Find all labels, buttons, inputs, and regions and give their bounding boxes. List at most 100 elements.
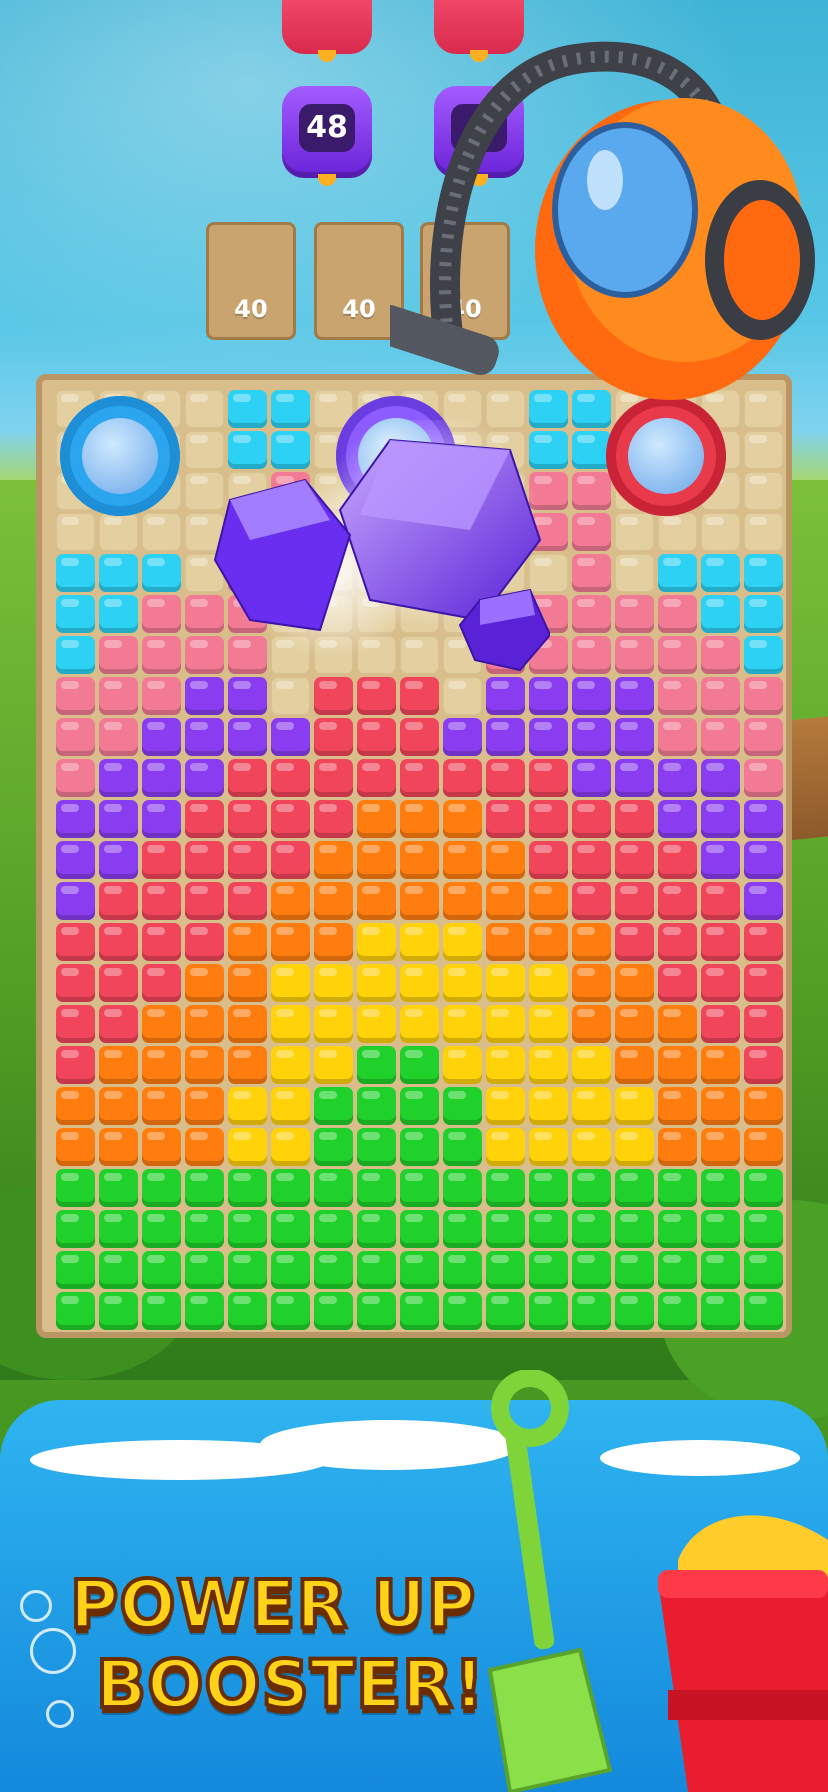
block-k[interactable]: [572, 636, 611, 674]
block-p[interactable]: [701, 841, 740, 879]
block-r[interactable]: [357, 759, 396, 797]
block-c[interactable]: [56, 554, 95, 592]
block-r[interactable]: [701, 923, 740, 961]
block-r[interactable]: [486, 759, 525, 797]
block-g[interactable]: [400, 1292, 439, 1330]
block-y[interactable]: [400, 1005, 439, 1043]
block-p[interactable]: [572, 677, 611, 715]
block-g[interactable]: [486, 1169, 525, 1207]
block-r[interactable]: [529, 759, 568, 797]
block-k[interactable]: [658, 636, 697, 674]
block-o[interactable]: [572, 964, 611, 1002]
block-g[interactable]: [314, 1251, 353, 1289]
block-r[interactable]: [56, 1046, 95, 1084]
block-g[interactable]: [357, 1292, 396, 1330]
block-r[interactable]: [701, 964, 740, 1002]
block-k[interactable]: [658, 677, 697, 715]
block-p[interactable]: [701, 759, 740, 797]
block-g[interactable]: [185, 1292, 224, 1330]
block-r[interactable]: [572, 800, 611, 838]
block-r[interactable]: [99, 964, 138, 1002]
block-o[interactable]: [314, 923, 353, 961]
block-g[interactable]: [701, 1210, 740, 1248]
block-r[interactable]: [658, 964, 697, 1002]
block-k[interactable]: [142, 595, 181, 633]
block-k[interactable]: [615, 636, 654, 674]
block-r[interactable]: [142, 841, 181, 879]
block-p[interactable]: [56, 882, 95, 920]
block-g[interactable]: [185, 1169, 224, 1207]
block-p[interactable]: [185, 718, 224, 756]
block-g[interactable]: [486, 1292, 525, 1330]
block-y[interactable]: [572, 1046, 611, 1084]
block-g[interactable]: [400, 1169, 439, 1207]
block-c[interactable]: [701, 554, 740, 592]
block-p[interactable]: [486, 718, 525, 756]
block-r[interactable]: [658, 882, 697, 920]
block-p[interactable]: [142, 718, 181, 756]
block-p[interactable]: [271, 718, 310, 756]
block-g[interactable]: [185, 1251, 224, 1289]
block-o[interactable]: [529, 882, 568, 920]
block-o[interactable]: [615, 964, 654, 1002]
block-r[interactable]: [185, 882, 224, 920]
block-o[interactable]: [486, 882, 525, 920]
block-c[interactable]: [142, 554, 181, 592]
block-o[interactable]: [744, 1087, 783, 1125]
block-p[interactable]: [99, 841, 138, 879]
block-g[interactable]: [99, 1169, 138, 1207]
block-o[interactable]: [56, 1128, 95, 1166]
block-g[interactable]: [701, 1169, 740, 1207]
block-k[interactable]: [572, 472, 611, 510]
block-c[interactable]: [744, 554, 783, 592]
block-o[interactable]: [658, 1046, 697, 1084]
block-g[interactable]: [228, 1292, 267, 1330]
block-r[interactable]: [228, 759, 267, 797]
block-r[interactable]: [572, 882, 611, 920]
block-k[interactable]: [99, 718, 138, 756]
block-k[interactable]: [99, 677, 138, 715]
block-y[interactable]: [486, 1128, 525, 1166]
block-k[interactable]: [658, 595, 697, 633]
block-g[interactable]: [744, 1251, 783, 1289]
block-r[interactable]: [615, 841, 654, 879]
block-y[interactable]: [314, 1005, 353, 1043]
block-g[interactable]: [744, 1292, 783, 1330]
block-g[interactable]: [615, 1292, 654, 1330]
block-g[interactable]: [400, 1046, 439, 1084]
block-p[interactable]: [744, 800, 783, 838]
bird-purple-left[interactable]: 48: [282, 86, 372, 186]
block-g[interactable]: [615, 1210, 654, 1248]
block-r[interactable]: [701, 1005, 740, 1043]
block-g[interactable]: [443, 1292, 482, 1330]
block-r[interactable]: [744, 923, 783, 961]
block-y[interactable]: [400, 964, 439, 1002]
block-o[interactable]: [357, 841, 396, 879]
block-g[interactable]: [228, 1251, 267, 1289]
block-r[interactable]: [486, 800, 525, 838]
block-k[interactable]: [56, 677, 95, 715]
block-k[interactable]: [572, 595, 611, 633]
block-o[interactable]: [185, 1005, 224, 1043]
block-o[interactable]: [443, 800, 482, 838]
block-r[interactable]: [99, 1005, 138, 1043]
block-g[interactable]: [56, 1292, 95, 1330]
block-k[interactable]: [572, 554, 611, 592]
block-k[interactable]: [701, 718, 740, 756]
block-y[interactable]: [486, 1087, 525, 1125]
block-o[interactable]: [142, 1087, 181, 1125]
block-r[interactable]: [271, 841, 310, 879]
block-y[interactable]: [228, 1128, 267, 1166]
block-p[interactable]: [529, 718, 568, 756]
block-c[interactable]: [658, 554, 697, 592]
block-o[interactable]: [615, 1005, 654, 1043]
block-g[interactable]: [658, 1292, 697, 1330]
block-p[interactable]: [615, 677, 654, 715]
block-g[interactable]: [314, 1128, 353, 1166]
block-g[interactable]: [443, 1210, 482, 1248]
block-p[interactable]: [615, 759, 654, 797]
block-r[interactable]: [56, 1005, 95, 1043]
block-r[interactable]: [615, 882, 654, 920]
block-g[interactable]: [357, 1210, 396, 1248]
block-o[interactable]: [658, 1005, 697, 1043]
